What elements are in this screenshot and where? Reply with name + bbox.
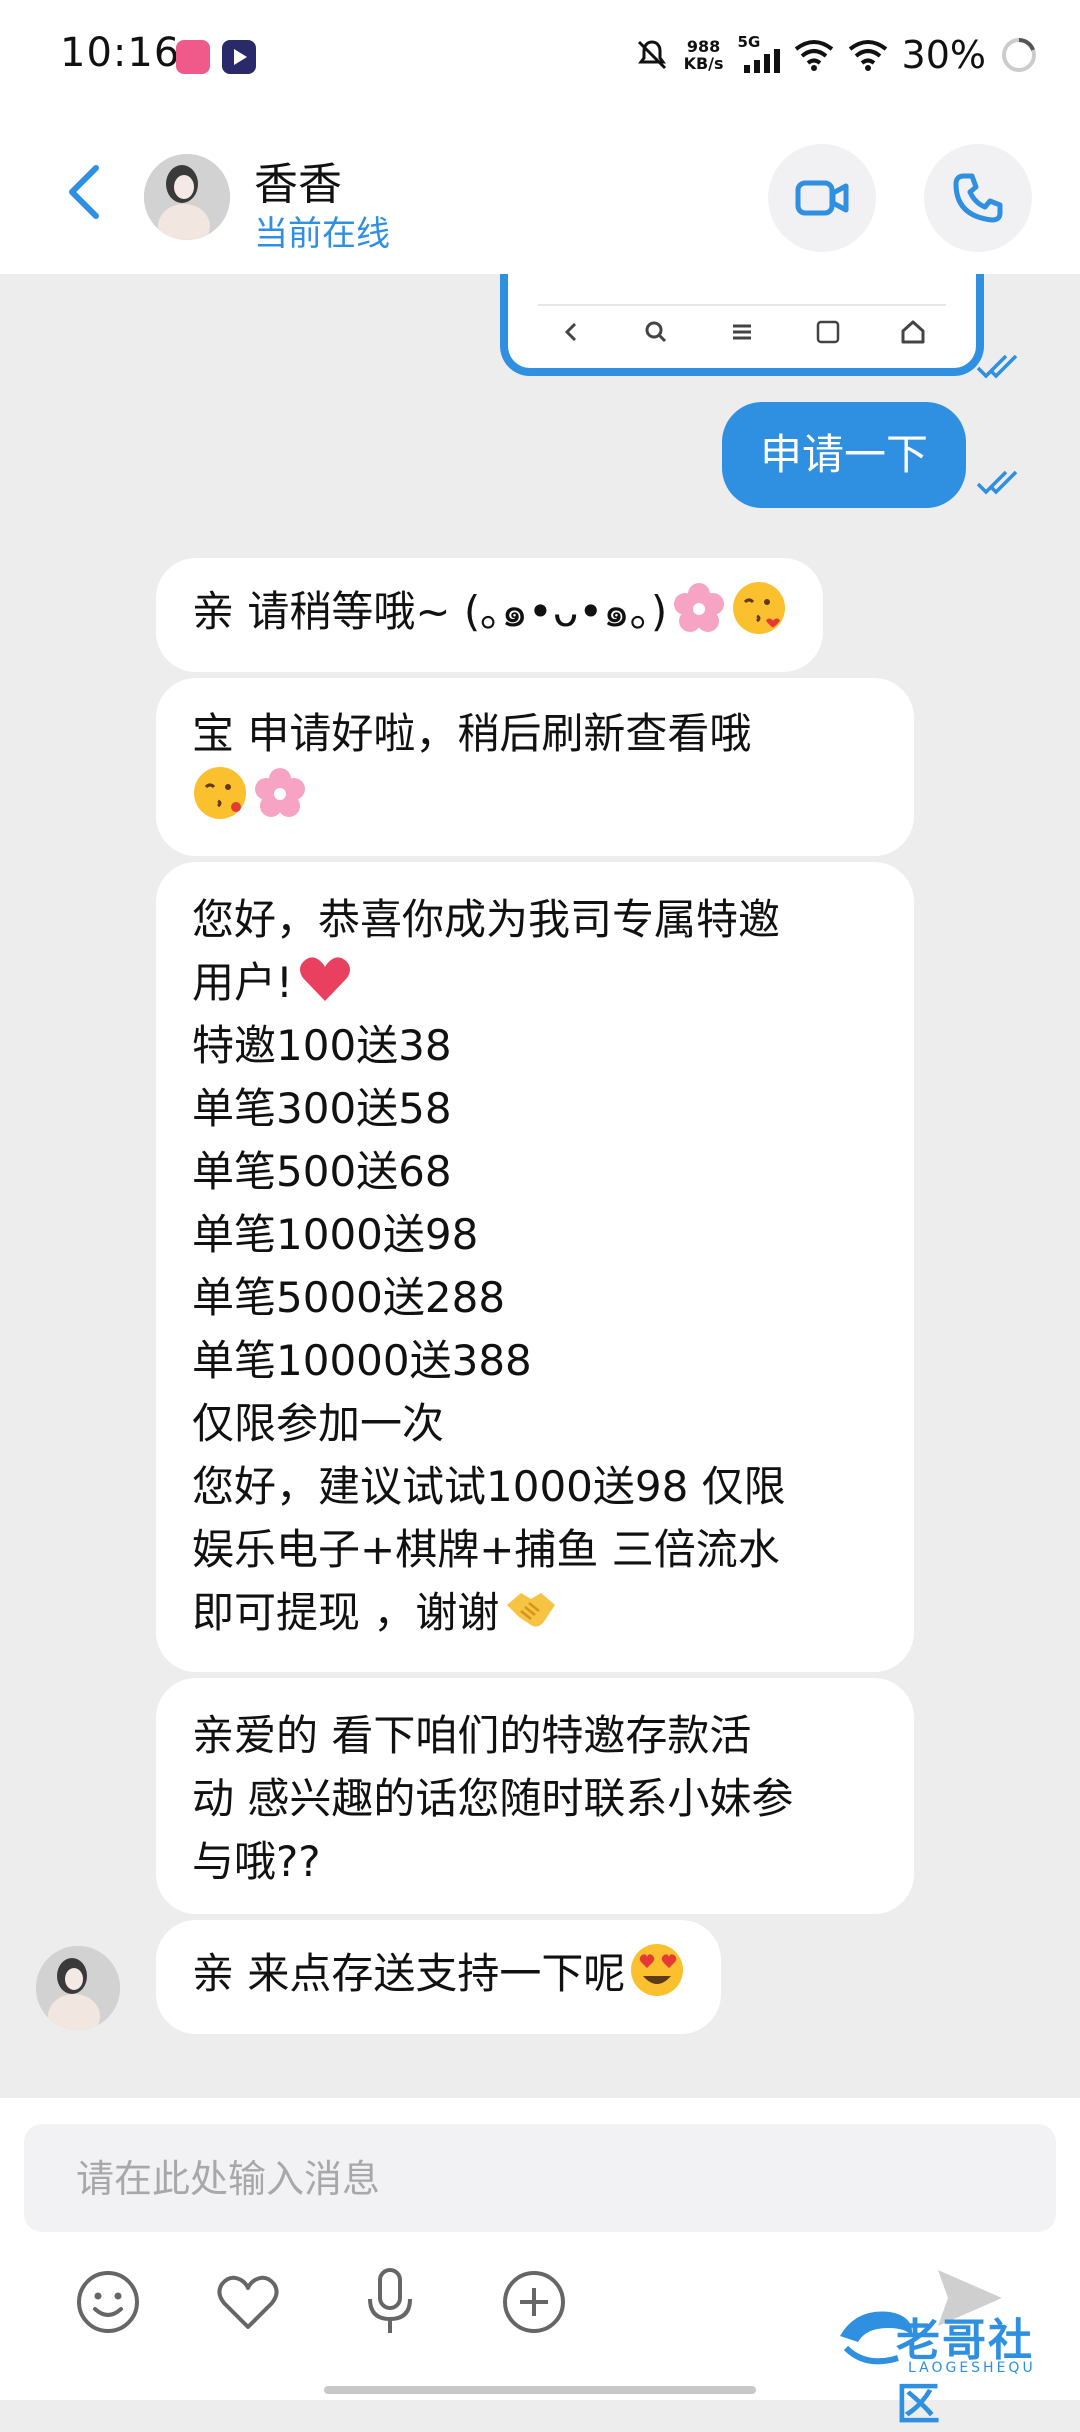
contact-avatar-small[interactable] <box>36 1946 120 2030</box>
net-speed-value: 988 <box>686 37 721 56</box>
plus-icon <box>503 2271 565 2333</box>
message-line: 娱乐电子+棋牌+捕鱼 三倍流水 <box>192 1525 780 1574</box>
cherry-blossom-emoji-icon <box>674 583 725 632</box>
contact-name: 香香 <box>254 159 342 210</box>
watermark-subtext: LAOGESHEQU <box>908 2360 1036 2376</box>
contact-status: 当前在线 <box>254 214 390 254</box>
heart-emoji-icon <box>299 957 350 1001</box>
emoji-icon <box>77 2271 139 2333</box>
image-nav-bar <box>528 318 956 346</box>
message-line: 单笔5000送288 <box>192 1273 506 1322</box>
incoming-message[interactable]: 宝 申请好啦，稍后刷新查看哦 <box>156 678 914 856</box>
message-line: 单笔1000送98 <box>192 1210 479 1259</box>
chat-header: 香香 当前在线 <box>0 112 1080 274</box>
heart-icon <box>217 2275 279 2329</box>
read-receipt-icon <box>976 354 1018 379</box>
image-divider <box>538 304 946 306</box>
status-bar: 10:16 988 KB/s 5G 30% <box>0 0 1080 112</box>
voice-input-button[interactable] <box>350 2262 430 2342</box>
cherry-blossom-emoji-icon <box>255 768 305 817</box>
heart-eyes-emoji-icon <box>631 1944 684 1996</box>
message-text: 宝 申请好啦，稍后刷新查看哦 <box>192 709 752 758</box>
contact-avatar[interactable] <box>144 154 230 240</box>
message-line: 用户! <box>192 958 293 1007</box>
message-text: 亲 来点存送支持一下呢 <box>192 1949 626 1998</box>
chat-area[interactable]: 申请一下 亲 请稍等哦~ (｡๑•ᴗ•๑｡) 宝 申请好啦，稍后刷新查看哦 您好… <box>0 274 1080 2098</box>
emoji-button[interactable] <box>68 2262 148 2342</box>
message-line: 单笔10000送388 <box>192 1336 532 1385</box>
wifi-icon-2 <box>848 40 887 71</box>
watermark: 老哥社区 LAOGESHEQU <box>836 2298 1076 2430</box>
battery-percent: 30% <box>901 33 986 77</box>
incoming-message[interactable]: 亲 请稍等哦~ (｡๑•ᴗ•๑｡) <box>156 558 824 672</box>
read-receipt-icon <box>976 470 1018 495</box>
video-call-icon <box>795 180 849 216</box>
status-time: 10:16 <box>60 30 181 76</box>
message-input[interactable] <box>74 2124 978 2234</box>
wifi-icon <box>794 40 833 71</box>
back-arrow-icon[interactable] <box>60 162 110 222</box>
message-line: 单笔500送68 <box>192 1147 452 1196</box>
favorite-button[interactable] <box>208 2262 288 2342</box>
app-notification-icon-2 <box>222 40 256 74</box>
handshake-emoji-icon <box>507 1593 556 1627</box>
app-notification-icon <box>176 40 210 74</box>
video-call-button[interactable] <box>768 144 876 252</box>
more-button[interactable] <box>494 2262 574 2342</box>
home-indicator[interactable] <box>324 2386 756 2394</box>
message-input-box[interactable] <box>24 2124 1056 2234</box>
incoming-message[interactable]: 您好，恭喜你成为我司专属特邀 用户! 特邀100送38 单笔300送58 单笔5… <box>156 862 914 1672</box>
shared-image-message[interactable] <box>500 274 984 376</box>
signal-icon: 5G <box>738 33 780 73</box>
microphone-icon <box>368 2268 412 2333</box>
kissing-face-emoji-icon <box>733 582 786 634</box>
message-line: 亲爱的 看下咱们的特邀存款活 <box>192 1711 752 1760</box>
message-line: 您好，恭喜你成为我司专属特邀 <box>192 895 781 944</box>
message-line: 即可提现 ，谢谢 <box>192 1588 500 1637</box>
message-line: 单笔300送58 <box>192 1084 452 1133</box>
input-area: 老哥社区 LAOGESHEQU <box>0 2098 1080 2430</box>
message-line: 与哦?? <box>192 1837 321 1886</box>
voice-call-button[interactable] <box>924 144 1032 252</box>
mute-bell-icon <box>637 40 666 70</box>
message-line: 仅限参加一次 <box>192 1399 445 1448</box>
battery-ring-icon <box>1002 38 1036 72</box>
message-line: 动 感兴趣的话您随时联系小妹参 <box>192 1774 794 1823</box>
incoming-message[interactable]: 亲 来点存送支持一下呢 <box>156 1920 722 2034</box>
net-speed-unit: KB/s <box>683 54 724 73</box>
message-text: 亲 请稍等哦~ (｡๑•ᴗ•๑｡) <box>192 587 668 636</box>
message-line: 您好，建议试试1000送98 仅限 <box>192 1462 786 1511</box>
net-speed: 988 KB/s <box>684 38 724 72</box>
message-line: 特邀100送38 <box>192 1021 452 1070</box>
kissing-face-emoji-icon <box>194 767 246 819</box>
outgoing-message[interactable]: 申请一下 <box>721 402 966 508</box>
phone-icon <box>953 173 1003 223</box>
incoming-message[interactable]: 亲爱的 看下咱们的特邀存款活 动 感兴趣的话您随时联系小妹参 与哦?? <box>156 1678 914 1914</box>
